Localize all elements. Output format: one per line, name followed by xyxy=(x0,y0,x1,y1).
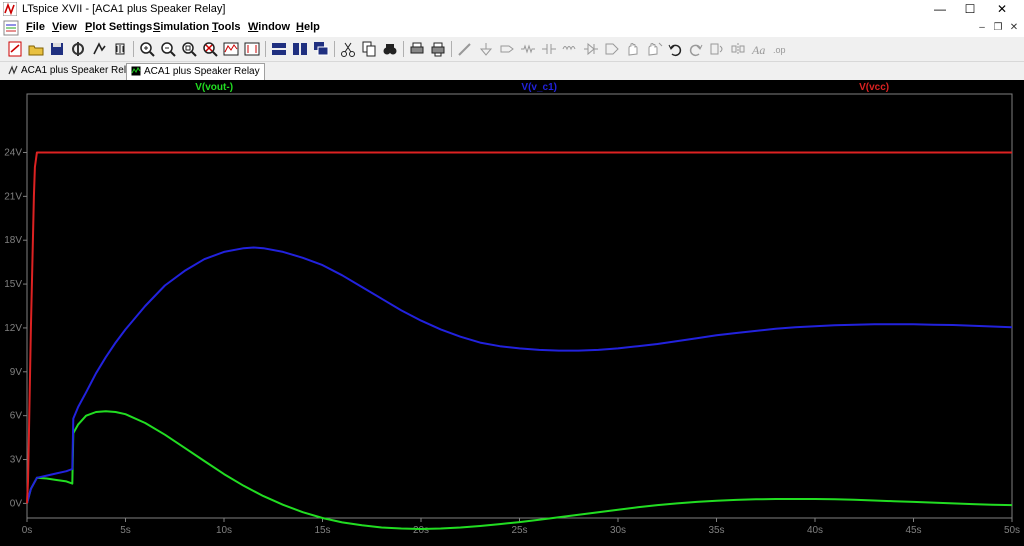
autorange-icon[interactable] xyxy=(222,40,240,58)
menu-bar: File View Plot Settings Simulation Tools… xyxy=(0,19,1024,37)
trace-v-v-c1-[interactable] xyxy=(26,246,1013,504)
x-tick-label: 45s xyxy=(905,525,921,536)
ground-icon[interactable] xyxy=(477,40,495,58)
toolbar-separator xyxy=(403,41,404,57)
toolbar: Aa .op xyxy=(0,37,1024,62)
waveform-plot[interactable]: 0V 3V 6V 9V 12V 15V 18V 21V 24V 0s 5s 10s 15s 20s 25s 3… xyxy=(0,80,1024,546)
schematic-icon xyxy=(8,65,18,76)
y-tick-label: 12V xyxy=(4,323,22,334)
x-tick-label: 35s xyxy=(708,525,724,536)
document-icon[interactable] xyxy=(3,20,19,36)
cursor-icon[interactable] xyxy=(243,40,261,58)
trace-v-vout-[interactable] xyxy=(26,410,1013,530)
y-tick-label: 18V xyxy=(4,235,22,246)
trace-v-vcc-[interactable] xyxy=(26,151,1012,504)
inductor-icon[interactable] xyxy=(561,40,579,58)
y-tick-label: 6V xyxy=(10,411,23,422)
mdi-restore-button[interactable]: ❐ xyxy=(991,22,1005,34)
zoom-in-icon[interactable] xyxy=(138,40,156,58)
ltspice-logo-icon xyxy=(3,2,17,16)
wire-icon[interactable] xyxy=(456,40,474,58)
menu-view[interactable]: View xyxy=(52,21,77,33)
halt-icon[interactable] xyxy=(111,40,129,58)
tab-bar: ACA1 plus Speaker Relay ACA1 plus Speake… xyxy=(0,62,1024,80)
zoom-fit-icon[interactable] xyxy=(180,40,198,58)
cascade-icon[interactable] xyxy=(312,40,330,58)
spice-directive-icon[interactable]: .op xyxy=(771,40,789,58)
run-icon[interactable] xyxy=(90,40,108,58)
close-button[interactable]: ✕ xyxy=(982,0,1022,19)
toolbar-separator xyxy=(451,41,452,57)
tile-horizontal-icon[interactable] xyxy=(270,40,288,58)
x-tick-label: 20s xyxy=(413,525,429,536)
redo-icon[interactable] xyxy=(687,40,705,58)
undo-icon[interactable] xyxy=(666,40,684,58)
x-tick-label: 30s xyxy=(610,525,626,536)
svg-text:.op: .op xyxy=(773,45,786,55)
y-tick-label: 21V xyxy=(4,191,22,202)
x-tick-label: 40s xyxy=(807,525,823,536)
print-setup-icon[interactable] xyxy=(429,40,447,58)
find-icon[interactable] xyxy=(381,40,399,58)
x-tick-label: 25s xyxy=(511,525,527,536)
resistor-icon[interactable] xyxy=(519,40,537,58)
tab-label: ACA1 plus Speaker Relay xyxy=(21,65,137,76)
x-tick-label: 10s xyxy=(216,525,232,536)
window-title: LTspice XVII - [ACA1 plus Speaker Relay] xyxy=(22,3,226,15)
toolbar-separator xyxy=(133,41,134,57)
toolbar-separator xyxy=(334,41,335,57)
tab-waveform[interactable]: ACA1 plus Speaker Relay xyxy=(126,63,265,80)
trace-label-0[interactable]: V(vout-) xyxy=(195,82,233,93)
waveform-chart[interactable]: 0V 3V 6V 9V 12V 15V 18V 21V 24V 0s 5s 10s 15s 20s 25s 3… xyxy=(0,80,1024,546)
menu-plot-settings[interactable]: Plot Settings xyxy=(85,21,152,33)
waveform-icon xyxy=(131,66,141,76)
tab-label: ACA1 plus Speaker Relay xyxy=(144,66,260,77)
move-icon[interactable] xyxy=(624,40,642,58)
save-icon[interactable] xyxy=(48,40,66,58)
y-tick-label: 15V xyxy=(4,279,22,290)
diode-icon[interactable] xyxy=(582,40,600,58)
mdi-minimize-button[interactable]: – xyxy=(975,22,989,34)
plot-frame xyxy=(26,93,1013,519)
menu-window[interactable]: Window xyxy=(248,21,290,33)
text-icon[interactable]: Aa xyxy=(750,40,768,58)
menu-tools[interactable]: Tools xyxy=(212,21,241,33)
svg-text:Aa: Aa xyxy=(751,43,765,57)
y-tick-label: 3V xyxy=(10,455,23,466)
x-tick-label: 5s xyxy=(120,525,131,536)
copy-icon[interactable] xyxy=(360,40,378,58)
drag-icon[interactable] xyxy=(645,40,663,58)
trace-label-1[interactable]: V(v_c1) xyxy=(521,82,557,93)
mdi-close-button[interactable]: ✕ xyxy=(1007,22,1021,34)
cut-icon[interactable] xyxy=(339,40,357,58)
tab-schematic[interactable]: ACA1 plus Speaker Relay xyxy=(4,63,141,79)
x-tick-label: 0s xyxy=(22,525,33,536)
menu-help[interactable]: Help xyxy=(296,21,320,33)
trace-label-2[interactable]: V(vcc) xyxy=(859,82,889,93)
menu-simulation[interactable]: Simulation xyxy=(153,21,209,33)
mirror-icon[interactable] xyxy=(729,40,747,58)
zoom-out-icon[interactable] xyxy=(159,40,177,58)
x-tick-label: 50s xyxy=(1004,525,1020,536)
print-icon[interactable] xyxy=(408,40,426,58)
x-tick-label: 15s xyxy=(314,525,330,536)
y-tick-label: 0V xyxy=(10,498,23,509)
rotate-icon[interactable] xyxy=(708,40,726,58)
control-panel-icon[interactable] xyxy=(69,40,87,58)
menu-file[interactable]: File xyxy=(26,21,45,33)
toolbar-separator xyxy=(265,41,266,57)
zoom-cancel-icon[interactable] xyxy=(201,40,219,58)
y-tick-label: 9V xyxy=(10,367,23,378)
new-schematic-icon[interactable] xyxy=(6,40,24,58)
component-icon[interactable] xyxy=(603,40,621,58)
title-bar: LTspice XVII - [ACA1 plus Speaker Relay]… xyxy=(0,0,1024,19)
open-icon[interactable] xyxy=(27,40,45,58)
y-tick-label: 24V xyxy=(4,147,22,158)
tile-vertical-icon[interactable] xyxy=(291,40,309,58)
label-icon[interactable] xyxy=(498,40,516,58)
capacitor-icon[interactable] xyxy=(540,40,558,58)
